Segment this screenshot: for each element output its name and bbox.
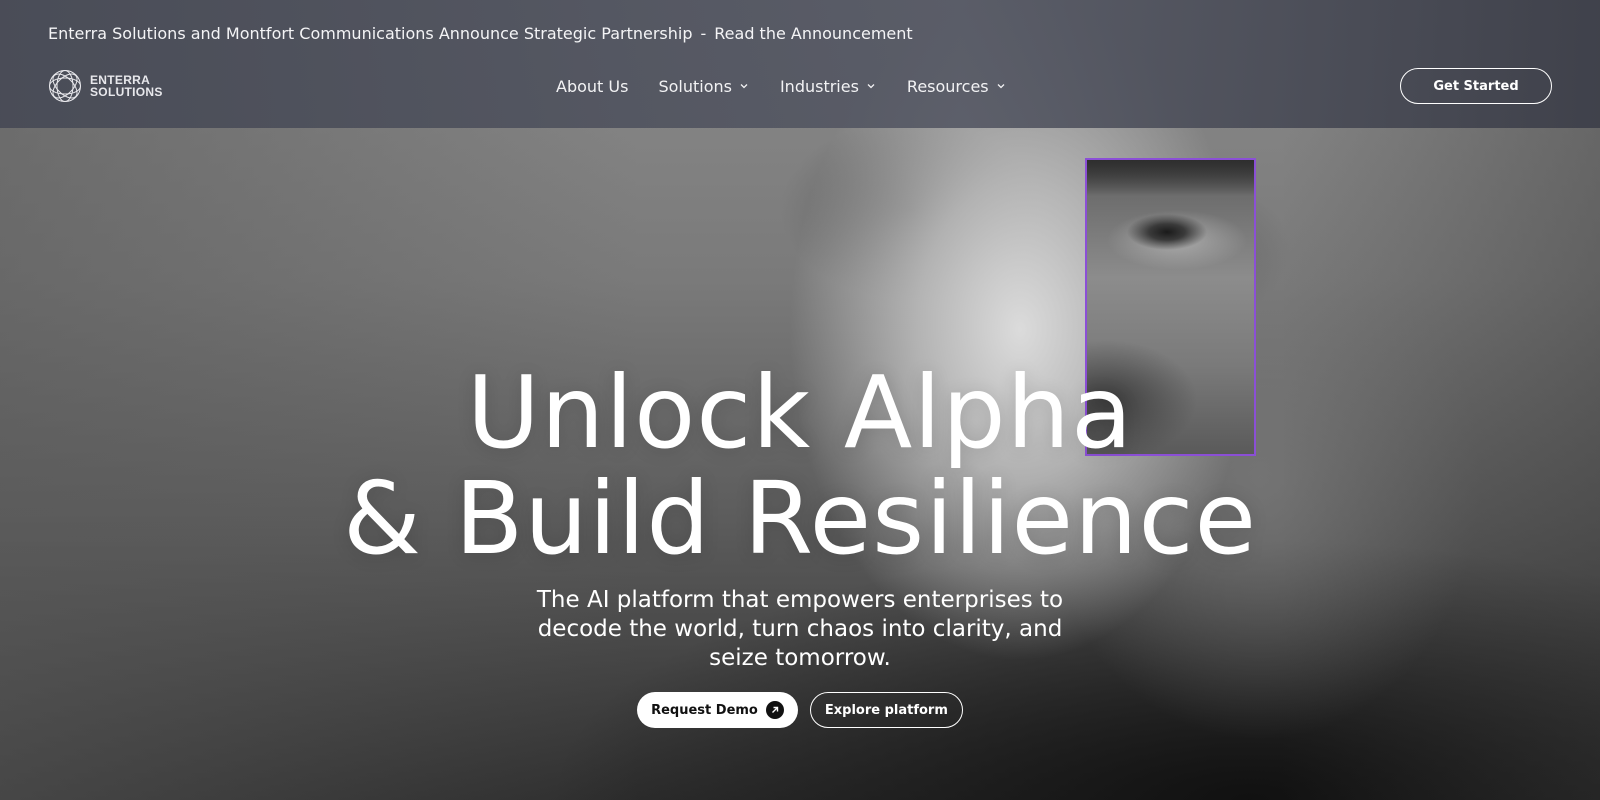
headline-line-2: & Build Resilience (343, 460, 1257, 577)
announcement-separator: - (700, 24, 707, 43)
announcement-text: Enterra Solutions and Montfort Communica… (48, 24, 693, 43)
get-started-button[interactable]: Get Started (1400, 68, 1552, 104)
arrow-up-right-icon (765, 701, 784, 719)
request-demo-label: Request Demo (651, 702, 758, 718)
nav-item-solutions[interactable]: Solutions (658, 77, 750, 96)
logo-wordmark: ENTERRA SOLUTIONS (90, 74, 163, 98)
chevron-down-icon (740, 84, 748, 89)
nav-label: Industries (779, 76, 859, 96)
headline-line-1: Unlock Alpha (466, 354, 1134, 471)
nav-label: Resources (906, 76, 989, 96)
main-nav: About Us Solutions Industries Resources (556, 72, 1007, 100)
hero-cta-group: Request Demo Explore platform (0, 692, 1600, 728)
enterra-logo[interactable]: ENTERRA SOLUTIONS (48, 68, 163, 104)
announcement-bar[interactable]: Enterra Solutions and Montfort Communica… (48, 22, 913, 46)
nav-label: Solutions (658, 76, 732, 96)
request-demo-button[interactable]: Request Demo (637, 692, 798, 728)
site-header: Enterra Solutions and Montfort Communica… (0, 0, 1600, 128)
globe-rings-logo-icon (49, 70, 81, 102)
chevron-down-icon (867, 84, 875, 89)
hero-headline: Unlock Alpha & Build Resilience (0, 360, 1600, 572)
explore-platform-label: Explore platform (824, 702, 948, 718)
nav-item-industries[interactable]: Industries (780, 77, 877, 96)
logo-line-2: SOLUTIONS (90, 85, 163, 99)
hero-subheadline: The AI platform that empowers enterprise… (536, 587, 1064, 671)
nav-item-resources[interactable]: Resources (907, 77, 1007, 96)
explore-platform-button[interactable]: Explore platform (809, 692, 963, 728)
nav-item-about-us[interactable]: About Us (556, 77, 628, 96)
announcement-link[interactable]: Read the Announcement (714, 22, 912, 46)
nav-label: About Us (556, 76, 629, 96)
chevron-down-icon (997, 84, 1005, 89)
